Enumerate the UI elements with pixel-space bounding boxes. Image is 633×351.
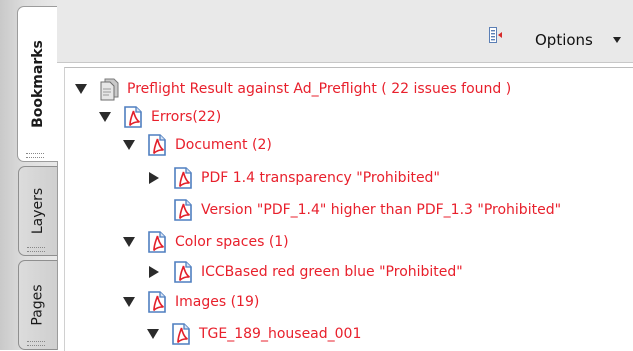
tree-item-color-spaces[interactable]: Color spaces (1) <box>123 229 289 255</box>
expand-triangle-icon[interactable] <box>99 112 111 122</box>
tab-bookmarks-label: Bookmarks <box>30 40 46 128</box>
options-button[interactable]: Options <box>535 31 593 49</box>
tree-item-iccbased[interactable]: ICCBased red green blue "Prohibited" <box>147 259 463 285</box>
tree-item-label: Preflight Result against Ad_Preflight ( … <box>127 81 512 97</box>
pdf-icon <box>145 133 169 157</box>
pdf-icon <box>145 290 169 314</box>
tab-grip-icon <box>27 247 45 252</box>
tab-layers[interactable]: Layers <box>18 166 57 256</box>
tree-item-label: PDF 1.4 transparency "Prohibited" <box>201 170 440 186</box>
tab-pages-label: Pages <box>30 284 46 326</box>
tree-item-label: Version "PDF_1.4" higher than PDF_1.3 "P… <box>201 202 562 218</box>
expand-triangle-icon[interactable] <box>123 140 135 150</box>
tree-item-label: TGE_189_housead_001 <box>199 326 362 342</box>
collapse-triangle-icon[interactable] <box>149 172 159 184</box>
expand-triangle-icon[interactable] <box>123 297 135 307</box>
document-stack-icon <box>100 78 119 101</box>
pdf-icon <box>145 230 169 254</box>
expand-triangle-icon[interactable] <box>147 329 159 339</box>
tree-item-label: ICCBased red green blue "Prohibited" <box>201 264 463 280</box>
expand-triangle-icon[interactable] <box>123 237 135 247</box>
pdf-icon <box>169 322 193 346</box>
tab-grip-icon <box>26 153 44 158</box>
collapse-triangle-icon[interactable] <box>149 266 159 278</box>
tab-layers-label: Layers <box>30 187 47 235</box>
bookmarks-tree: Preflight Result against Ad_Preflight ( … <box>64 67 633 351</box>
tree-item-label: Document (2) <box>175 137 272 153</box>
tree-item-transparency[interactable]: PDF 1.4 transparency "Prohibited" <box>147 165 440 191</box>
tab-pages[interactable]: Pages <box>18 260 57 350</box>
tree-item-label: Images (19) <box>175 294 260 310</box>
tree-item-images[interactable]: Images (19) <box>123 289 259 315</box>
tree-item-errors[interactable]: Errors(22) <box>99 104 221 130</box>
chevron-down-icon[interactable] <box>613 37 621 43</box>
tree-item-label: Color spaces (1) <box>175 234 289 250</box>
tab-grip-icon <box>27 341 45 346</box>
tab-bookmarks[interactable]: Bookmarks <box>17 6 58 162</box>
bookmarks-toolbar: Options <box>57 0 633 63</box>
expand-triangle-icon[interactable] <box>75 84 87 94</box>
pdf-icon <box>171 260 195 284</box>
pdf-icon <box>171 166 195 190</box>
tree-item-version[interactable]: Version "PDF_1.4" higher than PDF_1.3 "P… <box>171 197 561 223</box>
tree-item-label: Errors(22) <box>151 109 222 125</box>
tree-item-tge[interactable]: TGE_189_housead_001 <box>147 321 361 347</box>
tree-item-document[interactable]: Document (2) <box>123 132 272 158</box>
pdf-icon <box>171 198 195 222</box>
pdf-icon <box>121 105 145 129</box>
panel-tab-strip: Bookmarks Layers Pages <box>0 0 58 350</box>
options-menu-icon[interactable] <box>489 27 503 43</box>
tree-item-root[interactable]: Preflight Result against Ad_Preflight ( … <box>75 76 511 102</box>
